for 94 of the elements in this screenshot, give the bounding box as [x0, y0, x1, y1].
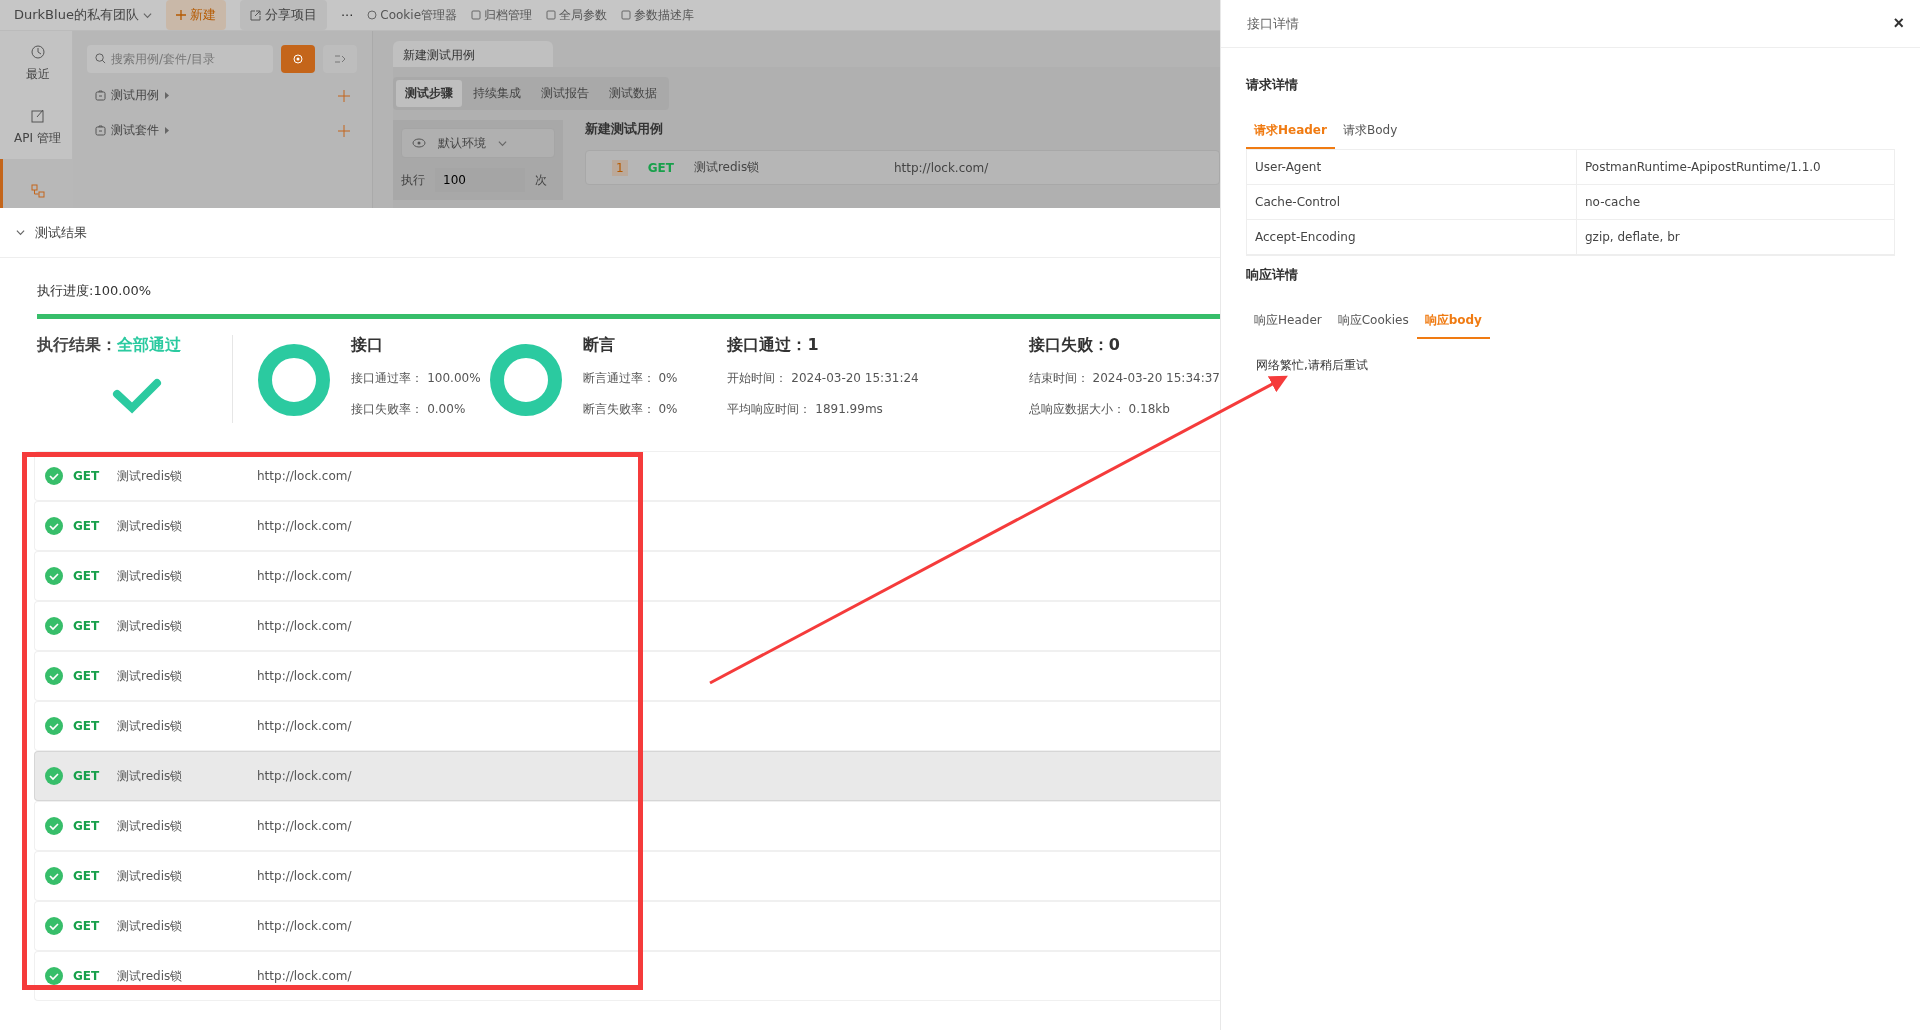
progress-label: 执行进度:100.00%: [37, 282, 153, 300]
search-icon: [95, 53, 106, 64]
tab[interactable]: 响应Header: [1246, 304, 1330, 339]
drawer-title: 接口详情: [1247, 14, 1299, 33]
search-field[interactable]: 搜索用例/套件/目录: [87, 45, 273, 73]
clock-icon: [29, 43, 46, 60]
table-cell: gzip, deflate, br: [1577, 220, 1894, 255]
stat-line: 接口失败率： 0.00%: [351, 401, 467, 418]
folder-icon: [95, 125, 106, 136]
check-circle-icon: [45, 767, 63, 785]
more-button[interactable]: ···: [340, 7, 354, 23]
chevron-icon: [16, 228, 25, 237]
nav-item[interactable]: API 管理: [0, 95, 72, 159]
check-circle-icon: [45, 667, 63, 685]
request-row[interactable]: GET 测试redis锁 http://lock.com/: [34, 601, 1220, 651]
stat-title: 接口: [351, 335, 385, 356]
toolbar-link[interactable]: 全局参数: [546, 6, 608, 24]
chevron-icon: [142, 10, 152, 20]
stat-line: 断言失败率： 0%: [582, 401, 678, 418]
check-circle-icon: [45, 867, 63, 885]
edit-icon: [29, 107, 46, 124]
table-cell: Accept-Encoding: [1247, 220, 1577, 255]
nav-item[interactable]: [0, 159, 72, 208]
tab[interactable]: 请求Body: [1334, 114, 1406, 149]
request-row[interactable]: GET 测试redis锁 http://lock.com/: [34, 701, 1220, 751]
check-circle-icon: [45, 717, 63, 735]
check-circle-icon: [45, 517, 63, 535]
close-button[interactable]: ×: [1893, 13, 1904, 34]
locate-button[interactable]: [281, 45, 315, 73]
caret-icon: [164, 127, 170, 134]
plus-icon: [175, 10, 186, 20]
request-row[interactable]: GET 测试redis锁 http://lock.com/: [34, 451, 1220, 501]
toolbar-link[interactable]: 参数描述库: [621, 6, 695, 24]
check-circle-icon: [45, 817, 63, 835]
sub-tab[interactable]: 测试报告: [532, 80, 598, 107]
request-row[interactable]: GET 测试redis锁 http://lock.com/: [34, 851, 1220, 901]
run-unit: 次: [535, 171, 547, 189]
check-circle-icon: [45, 967, 63, 985]
tree-item[interactable]: 测试用例: [95, 87, 170, 104]
stat-line: 开始时间： 2024-03-20 15:31:24: [727, 370, 919, 387]
table-cell: no-cache: [1577, 185, 1894, 220]
sub-tab[interactable]: 测试数据: [600, 80, 666, 107]
checkmark-icon: [112, 378, 162, 414]
response-body: 网络繁忙,请稍后重试: [1256, 357, 1369, 374]
stat-line: 平均响应时间： 1891.99ms: [727, 401, 884, 418]
toolbar-link[interactable]: Cookie管理器: [367, 6, 458, 24]
request-row[interactable]: GET 测试redis锁 http://lock.com/: [34, 501, 1220, 551]
stat-line: 总响应数据大小： 0.18kb: [1028, 401, 1171, 418]
toolbar-link[interactable]: 归档管理: [471, 6, 533, 24]
team-selector[interactable]: DurkBlue的私有团队: [14, 6, 152, 24]
request-row[interactable]: GET 测试redis锁 http://lock.com/: [34, 751, 1220, 801]
stat-title: 接口失败：0: [1028, 335, 1121, 356]
caret-icon: [164, 92, 170, 99]
check-circle-icon: [45, 917, 63, 935]
stat-title: 断言: [582, 335, 616, 356]
check-circle-icon: [45, 567, 63, 585]
nav-item[interactable]: 最近: [0, 31, 72, 95]
share-button[interactable]: 分享项目: [239, 0, 327, 30]
run-label: 执行: [401, 171, 425, 189]
add-icon[interactable]: [338, 89, 350, 102]
stat-line: 接口通过率： 100.00%: [351, 370, 481, 387]
share-icon: [249, 9, 261, 21]
section-title: 请求详情: [1246, 76, 1299, 94]
request-row[interactable]: GET 测试redis锁 http://lock.com/: [34, 551, 1220, 601]
check-circle-icon: [45, 617, 63, 635]
request-row[interactable]: GET 测试redis锁 http://lock.com/: [34, 951, 1220, 1001]
request-row[interactable]: GET 测试redis锁 http://lock.com/: [34, 651, 1220, 701]
eye-icon: [412, 138, 426, 148]
folder-icon: [95, 90, 106, 101]
add-icon[interactable]: [338, 124, 350, 137]
tree-item[interactable]: 测试套件: [95, 122, 170, 139]
target-icon: [292, 53, 304, 65]
check-circle-icon: [45, 467, 63, 485]
request-row[interactable]: GET 测试redis锁 http://lock.com/: [34, 901, 1220, 951]
sub-tab[interactable]: 测试步骤: [396, 80, 462, 107]
environment-select[interactable]: 默认环境: [401, 128, 555, 158]
section-title: 响应详情: [1246, 266, 1299, 284]
stat-line: 断言通过率： 0%: [582, 370, 678, 387]
collapse-button[interactable]: [323, 45, 357, 73]
case-title: 新建测试用例: [585, 120, 664, 138]
editor-tab[interactable]: 新建测试用例: [393, 41, 553, 67]
collapse-icon: [334, 54, 346, 64]
tab[interactable]: 响应Cookies: [1329, 304, 1417, 339]
step-row[interactable]: 1 GET 测试redis锁 http://lock.com/: [585, 150, 1220, 185]
table-cell: Cache-Control: [1247, 185, 1577, 220]
table-cell: User-Agent: [1247, 150, 1577, 185]
result-label: 执行结果：全部通过: [37, 335, 181, 356]
stat-title: 接口通过：1: [727, 335, 820, 356]
table-cell: PostmanRuntime-ApipostRuntime/1.1.0: [1577, 150, 1894, 185]
chevron-icon: [498, 138, 507, 148]
stat-line: 结束时间： 2024-03-20 15:34:37: [1028, 370, 1220, 387]
flow-icon: [29, 183, 46, 199]
sub-tab[interactable]: 持续集成: [464, 80, 530, 107]
request-row[interactable]: GET 测试redis锁 http://lock.com/: [34, 801, 1220, 851]
